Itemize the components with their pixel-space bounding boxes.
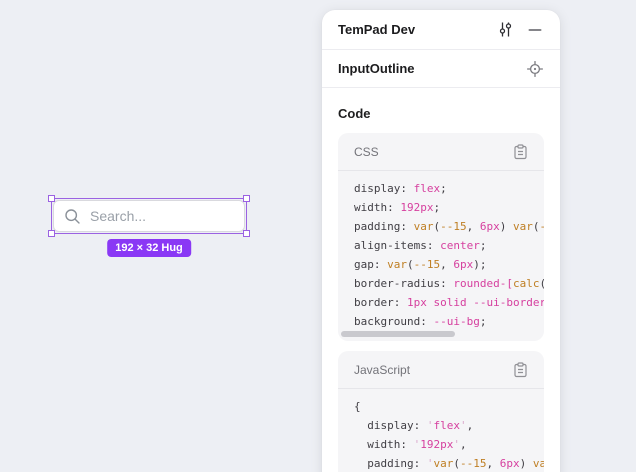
code-line: { [354, 397, 544, 416]
selection-handle-ne[interactable] [243, 195, 250, 202]
panel-title: TemPad Dev [338, 22, 495, 37]
js-code-block: JavaScript { display: 'flex', width: '19… [338, 351, 544, 472]
code-line: display: flex; [354, 179, 544, 198]
code-line: padding: 'var(--15, 6px) var(--15, 6px)'… [354, 454, 544, 472]
locate-icon[interactable] [525, 59, 545, 79]
css-code: display: flex;width: 192px;padding: var(… [338, 171, 544, 341]
css-code-block: CSS display: flex;width: 192px;padding: … [338, 133, 544, 341]
js-block-header: JavaScript [338, 351, 544, 389]
panel-header: TemPad Dev [322, 10, 560, 50]
search-input[interactable]: Search... [53, 200, 245, 232]
code-line: border: 1px solid --ui-border-color; [354, 293, 544, 312]
code-line: background: --ui-bg; [354, 312, 544, 331]
component-row: InputOutline [322, 50, 560, 88]
code-line: width: '192px', [354, 435, 544, 454]
copy-icon[interactable] [510, 360, 530, 380]
selection-handle-nw[interactable] [48, 195, 55, 202]
js-code: { display: 'flex', width: '192px', paddi… [338, 389, 544, 472]
css-block-label: CSS [354, 145, 510, 159]
css-block-header: CSS [338, 133, 544, 171]
selected-component[interactable]: Search... 192 × 32 Hug [51, 198, 247, 234]
tempad-dev-panel: TemPad Dev InputOutline [322, 10, 560, 472]
js-block-label: JavaScript [354, 363, 510, 377]
panel-content: Code CSS display: flex;width: 192px;padd… [322, 88, 560, 472]
code-section-title: Code [338, 106, 544, 121]
code-line: gap: var(--15, 6px); [354, 255, 544, 274]
copy-icon[interactable] [510, 142, 530, 162]
sliders-icon[interactable] [495, 20, 515, 40]
size-badge: 192 × 32 Hug [107, 239, 191, 257]
code-line: align-items: center; [354, 236, 544, 255]
code-line: width: 192px; [354, 198, 544, 217]
selection-handle-se[interactable] [243, 230, 250, 237]
component-name: InputOutline [338, 61, 525, 76]
selection-handle-sw[interactable] [48, 230, 55, 237]
search-placeholder: Search... [90, 208, 146, 224]
minimize-icon[interactable] [525, 20, 545, 40]
code-line: border-radius: rounded-[calc(var(--radiu… [354, 274, 544, 293]
search-icon [64, 208, 81, 225]
css-horizontal-scrollbar[interactable] [341, 331, 455, 337]
code-line: padding: var(--15, 6px) var(--15, 6px) [354, 217, 544, 236]
code-line: display: 'flex', [354, 416, 544, 435]
